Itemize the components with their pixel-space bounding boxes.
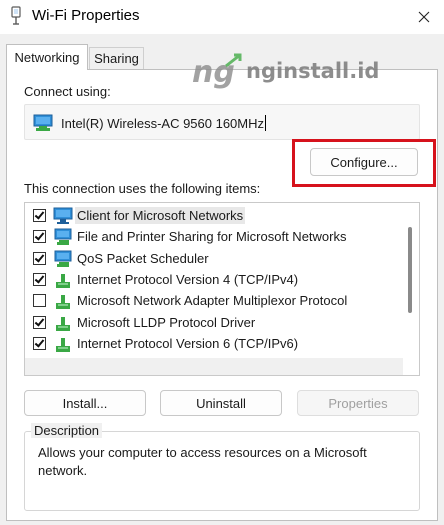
network-service-icon	[53, 250, 73, 268]
item-checkbox[interactable]	[33, 209, 46, 222]
item-label: QoS Packet Scheduler	[77, 250, 209, 266]
item-label: Microsoft Network Adapter Multiplexor Pr…	[77, 293, 348, 309]
watermark-text: nginstall.id	[246, 59, 380, 83]
description-legend: Description	[31, 423, 103, 438]
title-bar: Wi-Fi Properties	[0, 0, 444, 34]
adapter-name: Intel(R) Wireless-AC 9560 160MHz	[61, 115, 267, 131]
svg-text:ng: ng	[192, 55, 235, 90]
item-checkbox[interactable]	[33, 336, 46, 350]
network-protocol-icon	[53, 314, 73, 332]
close-icon	[418, 11, 430, 23]
item-checkbox[interactable]	[33, 251, 46, 265]
network-client-icon	[53, 207, 73, 225]
network-protocol-icon	[53, 335, 73, 353]
item-checkbox[interactable]	[33, 294, 46, 308]
checkmark-icon	[34, 273, 45, 284]
checkmark-icon	[34, 315, 45, 327]
tab-sharing-label: Sharing	[94, 51, 139, 66]
list-item[interactable]: File and Printer Sharing for Microsoft N…	[25, 227, 403, 248]
items-list[interactable]: Client for Microsoft Networks File and Pr…	[24, 202, 420, 376]
adapter-field[interactable]: Intel(R) Wireless-AC 9560 160MHz	[24, 104, 420, 140]
list-item[interactable]: Internet Protocol Version 6 (TCP/IPv6)	[25, 334, 403, 355]
network-adapter-icon	[33, 114, 53, 131]
item-checkbox[interactable]	[33, 272, 46, 286]
scrollbar-thumb[interactable]	[408, 227, 412, 313]
wifi-properties-window: Wi-Fi Properties Networking Sharing ng n…	[0, 0, 444, 525]
item-label: Internet Protocol Version 4 (TCP/IPv4)	[77, 271, 299, 287]
item-label: Internet Protocol Version 6 (TCP/IPv6)	[77, 335, 299, 351]
tab-sharing[interactable]: Sharing	[89, 47, 144, 69]
close-button[interactable]	[404, 0, 444, 34]
tab-networking[interactable]: Networking	[6, 44, 88, 70]
vertical-scrollbar[interactable]	[402, 203, 419, 375]
items-list-label: This connection uses the following items…	[24, 181, 261, 196]
list-item[interactable]: Client for Microsoft Networks	[25, 206, 403, 227]
connect-using-label: Connect using:	[24, 84, 111, 99]
wifi-adapter-icon	[11, 6, 21, 25]
properties-button-label: Properties	[328, 395, 388, 411]
network-protocol-icon	[53, 271, 73, 289]
checkmark-icon	[34, 209, 45, 220]
list-item[interactable]: Microsoft LLDP Protocol Driver	[25, 313, 403, 334]
checkmark-icon	[34, 252, 45, 263]
item-label: Microsoft LLDP Protocol Driver	[77, 314, 256, 330]
properties-button[interactable]: Properties	[297, 390, 419, 416]
uninstall-button[interactable]: Uninstall	[160, 390, 282, 416]
tab-networking-label: Networking	[14, 50, 80, 65]
item-checkbox[interactable]	[33, 230, 46, 244]
configure-highlight-box	[292, 139, 436, 187]
list-item[interactable]: Microsoft Network Adapter Multiplexor Pr…	[25, 291, 403, 312]
nginstall-logo-icon: ng	[192, 53, 242, 90]
list-item[interactable]: Internet Protocol Version 4 (TCP/IPv4)	[25, 270, 403, 291]
install-button-label: Install...	[62, 395, 108, 411]
checkmark-icon	[34, 230, 45, 241]
item-checkbox[interactable]	[33, 315, 46, 329]
description-text: Allows your computer to access resources…	[38, 445, 367, 478]
network-protocol-icon	[53, 292, 73, 310]
horizontal-scrollbar[interactable]	[25, 358, 403, 375]
install-button[interactable]: Install...	[24, 390, 146, 416]
watermark-logo: ng nginstall.id	[190, 52, 390, 94]
item-label: File and Printer Sharing for Microsoft N…	[77, 229, 347, 245]
window-title: Wi-Fi Properties	[32, 7, 140, 24]
checkmark-icon	[34, 337, 45, 348]
list-item[interactable]: QoS Packet Scheduler	[25, 249, 403, 270]
uninstall-button-label: Uninstall	[196, 395, 246, 411]
network-service-icon	[53, 228, 73, 246]
item-label: Client for Microsoft Networks	[75, 207, 246, 224]
